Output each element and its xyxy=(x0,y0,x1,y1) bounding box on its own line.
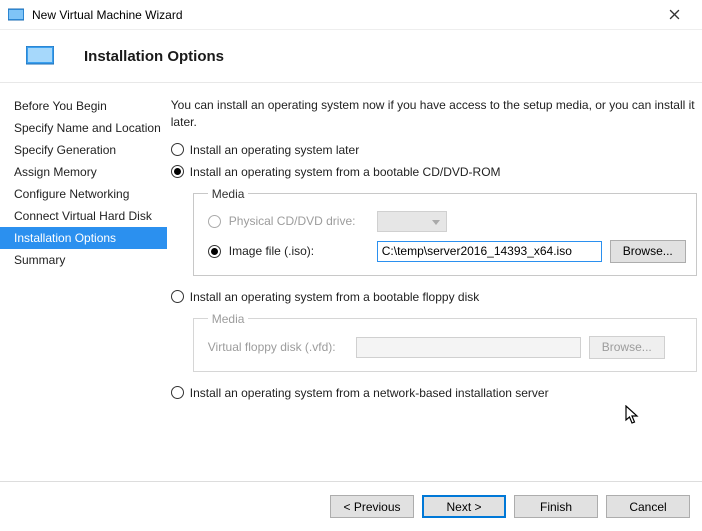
option-install-later[interactable]: Install an operating system later xyxy=(171,143,702,157)
option-install-floppy[interactable]: Install an operating system from a boota… xyxy=(171,290,702,304)
step-before-you-begin[interactable]: Before You Begin xyxy=(0,95,167,117)
step-specify-name[interactable]: Specify Name and Location xyxy=(0,117,167,139)
step-specify-generation[interactable]: Specify Generation xyxy=(0,139,167,161)
option-label: Install an operating system from a boota… xyxy=(190,165,501,179)
browse-iso-button[interactable]: Browse... xyxy=(610,240,686,263)
option-install-network[interactable]: Install an operating system from a netwo… xyxy=(171,386,702,400)
app-icon xyxy=(8,7,24,23)
option-label: Install an operating system from a netwo… xyxy=(190,386,549,400)
step-installation-options[interactable]: Installation Options xyxy=(0,227,167,249)
wizard-steps: Before You Begin Specify Name and Locati… xyxy=(0,83,167,471)
close-button[interactable] xyxy=(654,1,694,29)
step-assign-memory[interactable]: Assign Memory xyxy=(0,161,167,183)
finish-button[interactable]: Finish xyxy=(514,495,598,518)
media-image-row[interactable]: Image file (.iso): Browse... xyxy=(208,240,686,263)
media-legend: Media xyxy=(208,187,249,201)
vfd-label: Virtual floppy disk (.vfd): xyxy=(208,340,348,354)
step-summary[interactable]: Summary xyxy=(0,249,167,271)
media-cd-group: Media Physical CD/DVD drive: Image file … xyxy=(193,187,697,276)
vfd-input xyxy=(356,337,581,358)
radio-icon xyxy=(171,386,184,399)
radio-icon xyxy=(171,165,184,178)
media-vfd-row: Virtual floppy disk (.vfd): Browse... xyxy=(208,336,686,359)
radio-icon xyxy=(171,143,184,156)
close-icon xyxy=(669,9,680,20)
radio-icon xyxy=(208,215,221,228)
step-configure-networking[interactable]: Configure Networking xyxy=(0,183,167,205)
content-pane: You can install an operating system now … xyxy=(167,83,702,471)
cancel-button[interactable]: Cancel xyxy=(606,495,690,518)
image-file-label: Image file (.iso): xyxy=(229,244,369,258)
intro-text: You can install an operating system now … xyxy=(171,97,702,131)
option-install-cd[interactable]: Install an operating system from a boota… xyxy=(171,165,702,179)
step-connect-vhd[interactable]: Connect Virtual Hard Disk xyxy=(0,205,167,227)
titlebar: New Virtual Machine Wizard xyxy=(0,0,702,30)
physical-drive-select xyxy=(377,211,447,232)
window-title: New Virtual Machine Wizard xyxy=(32,8,654,22)
physical-drive-label: Physical CD/DVD drive: xyxy=(229,214,369,228)
page-header: Installation Options xyxy=(0,30,702,74)
media-legend: Media xyxy=(208,312,249,326)
media-physical-row[interactable]: Physical CD/DVD drive: xyxy=(208,211,686,232)
radio-icon xyxy=(208,245,221,258)
option-label: Install an operating system later xyxy=(190,143,359,157)
image-file-input[interactable] xyxy=(377,241,602,262)
next-button[interactable]: Next > xyxy=(422,495,506,518)
radio-icon xyxy=(171,290,184,303)
option-label: Install an operating system from a boota… xyxy=(190,290,480,304)
wizard-footer: < Previous Next > Finish Cancel xyxy=(0,481,702,531)
wizard-icon xyxy=(26,46,54,66)
wizard-body: Before You Begin Specify Name and Locati… xyxy=(0,83,702,471)
previous-button[interactable]: < Previous xyxy=(330,495,414,518)
browse-vfd-button: Browse... xyxy=(589,336,665,359)
page-title: Installation Options xyxy=(84,48,224,65)
media-floppy-group: Media Virtual floppy disk (.vfd): Browse… xyxy=(193,312,697,372)
